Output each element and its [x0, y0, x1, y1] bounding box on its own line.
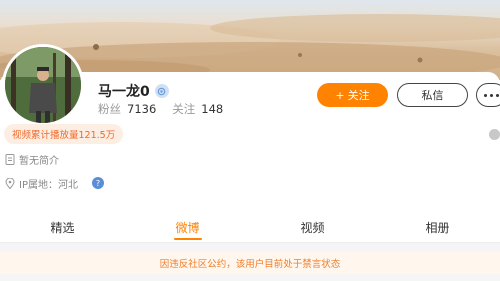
tab-video[interactable]: 视频 — [250, 213, 375, 242]
message-label: 私信 — [421, 89, 444, 102]
ip-row: IP属地：河北 ? — [4, 176, 104, 191]
verified-icon[interactable] — [154, 84, 169, 98]
avatar[interactable] — [2, 44, 84, 126]
dot — [489, 93, 493, 97]
document-icon — [4, 153, 15, 165]
section-divider — [0, 274, 500, 281]
dot — [483, 93, 487, 97]
follow-button[interactable]: + 关注 — [317, 83, 388, 107]
follow-label: 关注 — [347, 89, 370, 102]
play-count-text: 视频累计播放量121.5万 — [12, 130, 116, 141]
location-icon — [4, 177, 15, 189]
play-count-badge[interactable]: 视频累计播放量121.5万 — [4, 124, 124, 144]
tab-weibo[interactable]: 微博 — [125, 213, 250, 242]
ban-notice-text: 因违反社区公约，该用户目前处于禁言状态 — [159, 259, 341, 270]
stats-row: 粉丝 7136 关注 148 — [98, 101, 239, 117]
username: 马一龙0 — [98, 84, 150, 100]
followers-label[interactable]: 粉丝 — [98, 101, 121, 117]
section-divider — [0, 243, 500, 252]
tab-featured[interactable]: 精选 — [0, 213, 125, 242]
ban-notice: 因违反社区公约，该用户目前处于禁言状态 — [0, 252, 500, 274]
avatar-image — [5, 47, 81, 123]
followers-count[interactable]: 7136 — [127, 102, 156, 116]
username-row: 马一龙0 — [98, 82, 169, 100]
profile-tabs: 精选 微博 视频 相册 — [0, 213, 500, 243]
ip-location-text: IP属地：河北 — [19, 179, 78, 191]
dot — [495, 93, 499, 97]
message-button[interactable]: 私信 — [397, 83, 468, 107]
plus-icon: + — [335, 88, 345, 102]
chevron-right-icon[interactable] — [489, 129, 500, 140]
tab-album[interactable]: 相册 — [375, 213, 500, 242]
following-count[interactable]: 148 — [201, 102, 223, 116]
bio-row: 暂无简介 — [4, 152, 59, 167]
help-icon[interactable]: ? — [91, 177, 104, 189]
bio-text: 暂无简介 — [19, 155, 59, 167]
following-label[interactable]: 关注 — [172, 101, 195, 117]
more-icon[interactable] — [476, 83, 500, 107]
